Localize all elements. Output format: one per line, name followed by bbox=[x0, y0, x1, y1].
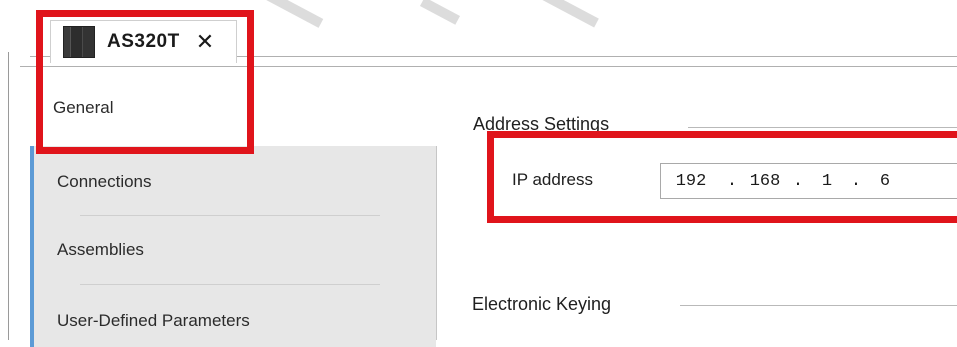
sidebar-item-label: Connections bbox=[57, 172, 152, 191]
sidebar-item-assemblies[interactable]: Assemblies bbox=[30, 224, 436, 276]
sidebar-divider bbox=[80, 215, 380, 216]
close-icon[interactable]: ✕ bbox=[196, 31, 214, 53]
watermark-band bbox=[256, 0, 324, 28]
sidebar-item-connections[interactable]: Connections bbox=[30, 156, 436, 208]
electronic-keying-title: Electronic Keying bbox=[472, 294, 620, 315]
ip-octet-3[interactable]: 1 bbox=[809, 172, 845, 191]
watermark-band bbox=[419, 0, 461, 25]
ip-octet-4[interactable]: 6 bbox=[867, 172, 903, 191]
plc-module-icon bbox=[63, 26, 95, 58]
tab-strip-border bbox=[20, 66, 957, 67]
sidebar-item-label: General bbox=[53, 98, 114, 117]
sidebar-item-label: Assemblies bbox=[57, 240, 144, 259]
ip-address-input[interactable]: 192 . 168 . 1 . 6 bbox=[660, 163, 957, 199]
ip-separator: . bbox=[850, 171, 862, 191]
address-settings-title: Address Settings bbox=[473, 114, 618, 135]
sidebar-divider bbox=[80, 284, 380, 285]
ip-octet-2[interactable]: 168 bbox=[743, 172, 787, 191]
panel-left-border bbox=[8, 52, 9, 340]
tab-title: AS320T bbox=[107, 31, 180, 52]
ip-separator: . bbox=[726, 171, 738, 191]
tab-as320t[interactable]: AS320T ✕ bbox=[50, 20, 237, 63]
ip-separator: . bbox=[792, 171, 804, 191]
sidebar-item-label: User-Defined Parameters bbox=[57, 311, 250, 330]
ip-octet-1[interactable]: 192 bbox=[661, 172, 721, 191]
watermark-band bbox=[541, 0, 599, 28]
sidebar-item-general[interactable]: General bbox=[30, 82, 436, 134]
sidebar: General Connections Assemblies User-Defi… bbox=[30, 82, 436, 347]
group-divider bbox=[680, 305, 957, 306]
ip-address-label: IP address bbox=[512, 170, 593, 189]
sidebar-border bbox=[436, 146, 437, 340]
group-divider bbox=[688, 127, 957, 128]
sidebar-item-user-defined-parameters[interactable]: User-Defined Parameters bbox=[30, 295, 436, 347]
